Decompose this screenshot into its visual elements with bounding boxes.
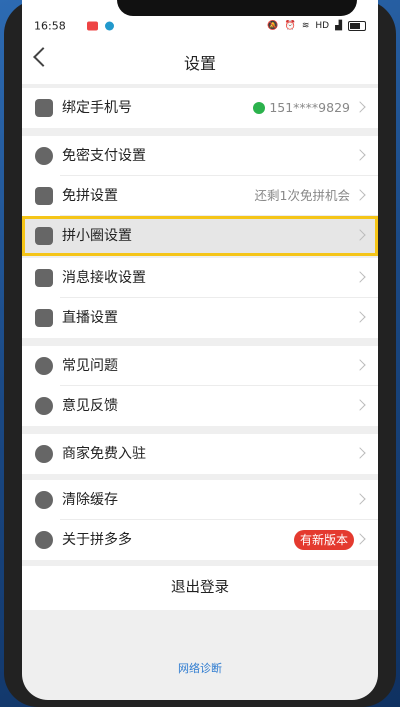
settings-row-clear-cache[interactable]: 清除缓存 xyxy=(22,480,378,520)
status-time: 16:58 xyxy=(34,19,66,33)
settings-row-faq[interactable]: 常见问题 xyxy=(22,346,378,386)
row-label: 免拼设置 xyxy=(62,188,118,204)
row-label: 免密支付设置 xyxy=(62,148,146,164)
mail-icon xyxy=(35,269,53,287)
chevron-right-icon xyxy=(354,359,366,371)
chevron-right-icon xyxy=(354,493,366,505)
broom-icon xyxy=(35,491,53,509)
camera-notch xyxy=(117,0,357,16)
nav-header: 设置 xyxy=(22,36,378,84)
copy-icon xyxy=(35,187,53,205)
settings-row-pinxiaoquan[interactable]: 拼小圈设置 xyxy=(22,216,378,256)
chevron-right-icon xyxy=(354,311,366,323)
chevron-right-icon xyxy=(354,533,366,545)
row-label: 拼小圈设置 xyxy=(62,228,132,244)
chevron-right-icon xyxy=(354,271,366,283)
row-label: 商家免费入驻 xyxy=(62,446,146,462)
phone-number: 151****9829 xyxy=(269,100,350,115)
settings-row-merchant[interactable]: 商家免费入驻 xyxy=(22,434,378,474)
row-label: 意见反馈 xyxy=(62,398,118,414)
signal-icon: ▟ xyxy=(335,21,342,31)
settings-row-feedback[interactable]: 意见反馈 xyxy=(22,386,378,426)
row-value: 151****9829 xyxy=(253,88,350,128)
info-icon xyxy=(35,531,53,549)
chevron-right-icon xyxy=(354,149,366,161)
chevron-right-icon xyxy=(354,399,366,411)
phone-icon xyxy=(35,99,53,117)
row-label: 直播设置 xyxy=(62,310,118,326)
chevron-right-icon xyxy=(354,229,366,241)
alarm-icon: ⏰ xyxy=(284,21,296,31)
key-icon xyxy=(35,147,53,165)
network-diagnose-link[interactable]: 网络诊断 xyxy=(22,660,378,676)
row-value: 还剩1次免拼机会 xyxy=(254,188,350,203)
row-label: 绑定手机号 xyxy=(62,100,132,116)
chevron-right-icon xyxy=(354,189,366,201)
settings-row-about[interactable]: 关于拼多多 有新版本 xyxy=(22,520,378,560)
mute-icon: 🔕 xyxy=(267,21,279,31)
wechat-icon xyxy=(253,102,266,114)
settings-row-bind-phone[interactable]: 绑定手机号 151****9829 xyxy=(22,88,378,128)
chevron-right-icon xyxy=(354,447,366,459)
question-icon xyxy=(35,357,53,375)
device-frame: 16:58 🔕 ⏰ ≋ HD ▟ 设置 绑定手机号 151****9829 免密… xyxy=(0,0,400,707)
network-label: HD xyxy=(315,21,330,31)
settings-row-message[interactable]: 消息接收设置 xyxy=(22,258,378,298)
page-title: 设置 xyxy=(183,54,216,73)
status-icons: 🔕 ⏰ ≋ HD ▟ xyxy=(267,21,366,31)
settings-row-free-group[interactable]: 免拼设置 还剩1次免拼机会 xyxy=(22,176,378,216)
screen: 16:58 🔕 ⏰ ≋ HD ▟ 设置 绑定手机号 151****9829 免密… xyxy=(22,0,378,700)
shop-icon xyxy=(35,445,53,463)
battery-icon xyxy=(348,21,366,31)
wifi-icon: ≋ xyxy=(301,21,310,31)
edit-icon xyxy=(35,397,53,415)
settings-row-password-free-pay[interactable]: 免密支付设置 xyxy=(22,136,378,176)
row-label: 消息接收设置 xyxy=(62,270,146,286)
chevron-right-icon xyxy=(354,101,366,113)
row-label: 清除缓存 xyxy=(62,492,118,508)
settings-row-live[interactable]: 直播设置 xyxy=(22,298,378,338)
row-label: 常见问题 xyxy=(62,358,118,374)
row-label: 关于拼多多 xyxy=(62,532,132,548)
logout-button[interactable]: 退出登录 xyxy=(22,566,378,610)
bag-icon xyxy=(35,227,53,245)
notification-icon xyxy=(87,21,98,31)
video-icon xyxy=(35,309,53,327)
app-notification-icon xyxy=(105,21,114,31)
new-version-badge: 有新版本 xyxy=(293,530,354,550)
